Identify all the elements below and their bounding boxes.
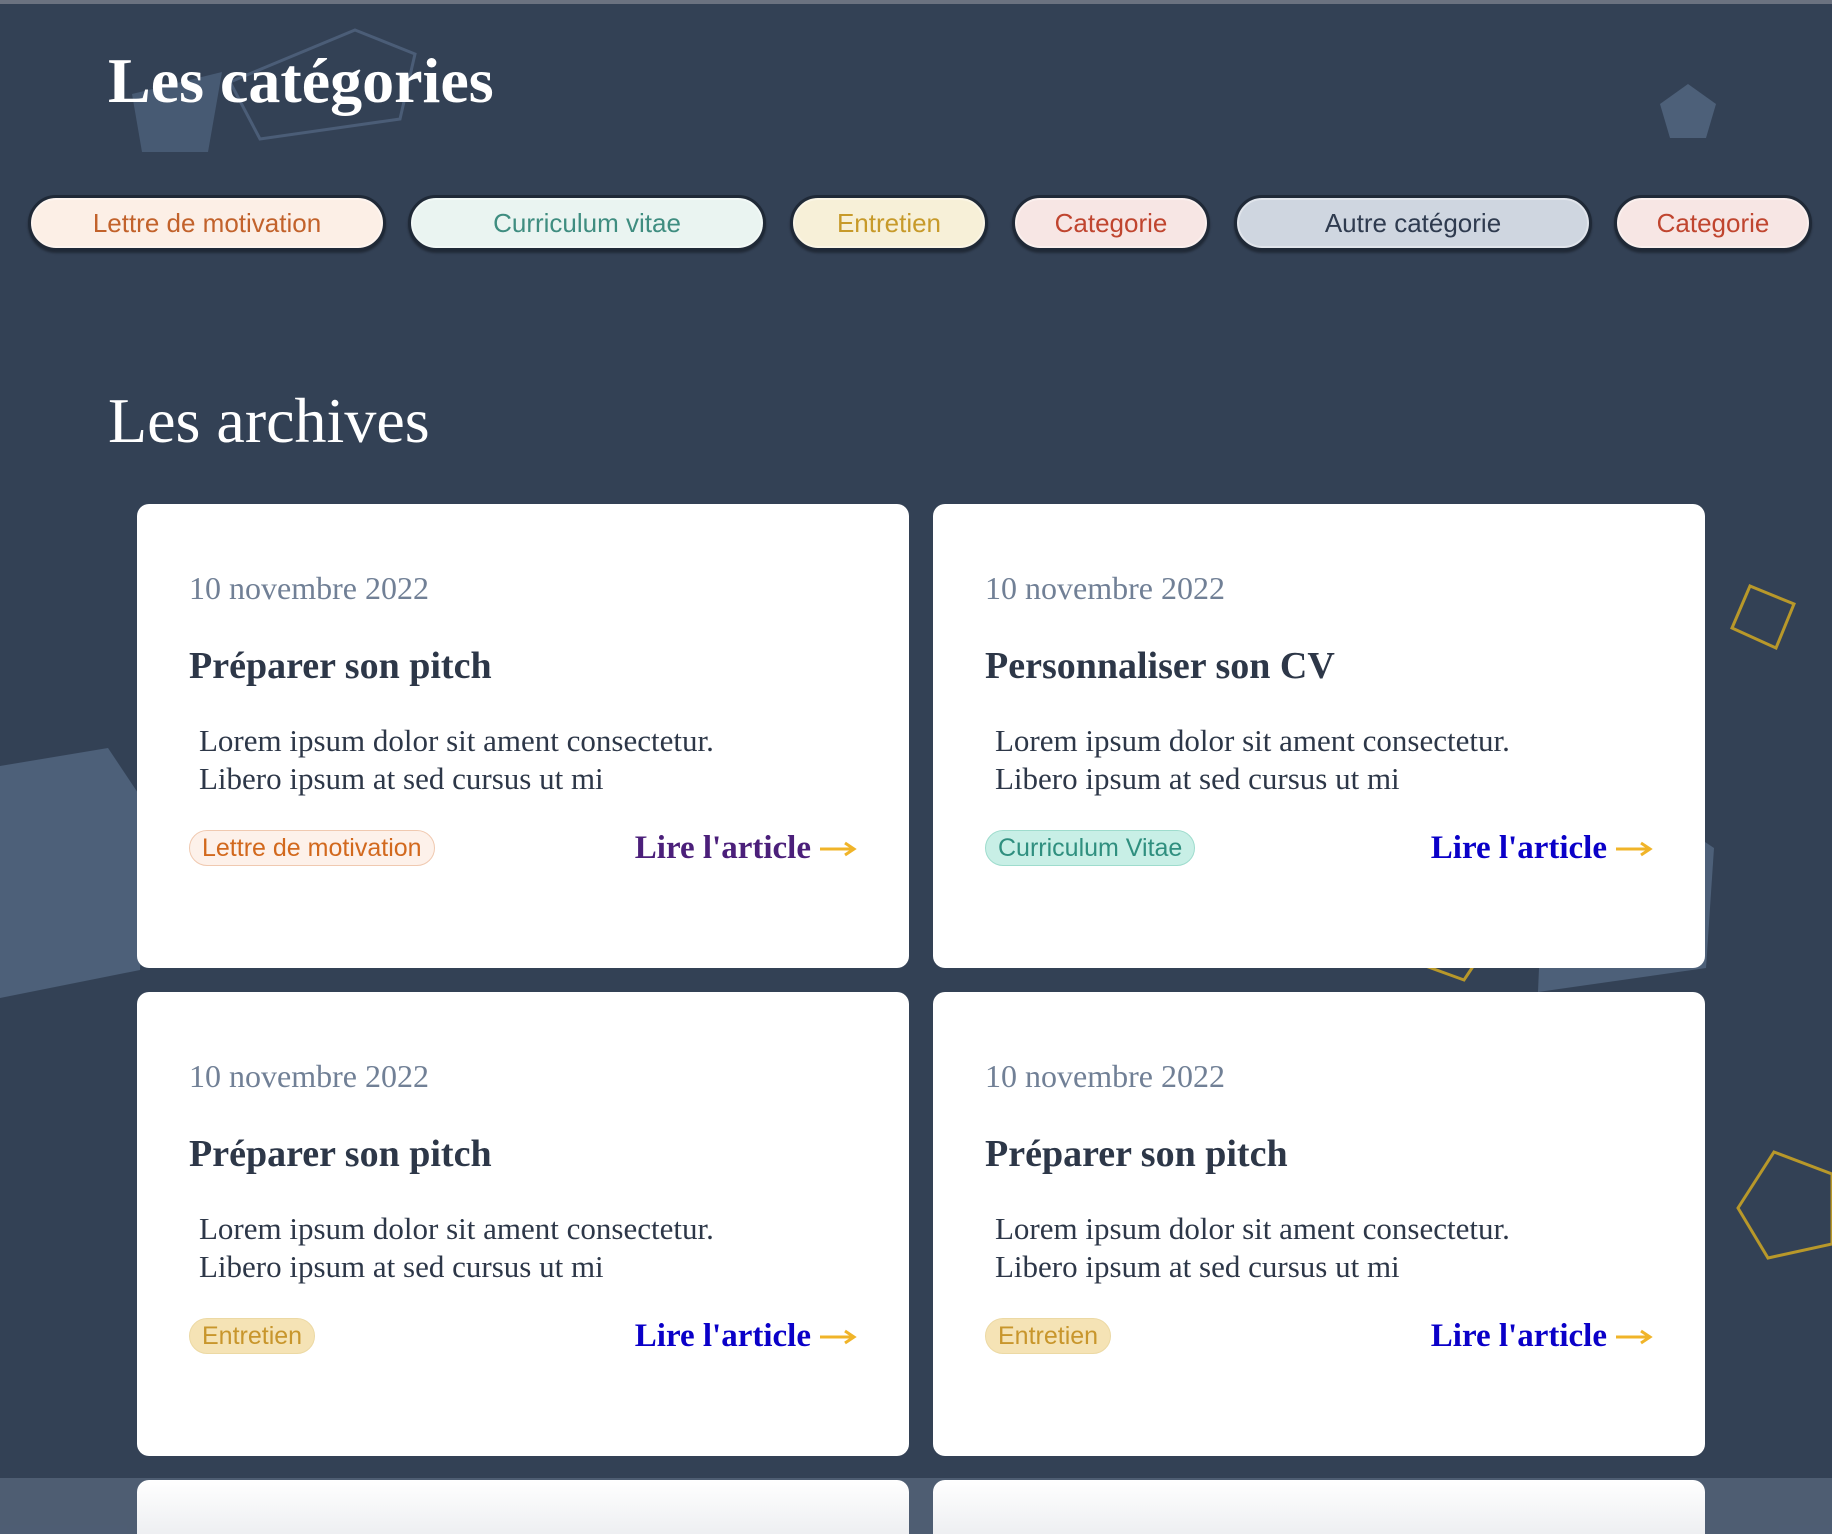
read-article-label: Lire l'article xyxy=(1430,830,1607,866)
article-excerpt-line: Libero ipsum at sed cursus ut mi xyxy=(995,1249,1400,1284)
read-article-link[interactable]: Lire l'article xyxy=(635,830,857,867)
article-card: 10 novembre 2022 Préparer son pitch Lore… xyxy=(137,992,909,1456)
article-date: 10 novembre 2022 xyxy=(189,1058,429,1094)
article-excerpt: Lorem ipsum dolor sit ament consectetur.… xyxy=(995,1210,1615,1286)
article-excerpt-line: Libero ipsum at sed cursus ut mi xyxy=(199,761,604,796)
article-card: 10 novembre 2022 Préparer son pitch Lore… xyxy=(137,504,909,968)
arrow-right-icon xyxy=(819,1329,857,1345)
categories-heading: Les catégories xyxy=(108,45,494,116)
article-category-badge[interactable]: Lettre de motivation xyxy=(189,830,435,866)
arrow-right-icon xyxy=(819,841,857,857)
category-pill[interactable]: Curriculum vitae xyxy=(408,195,766,251)
article-excerpt-line: Libero ipsum at sed cursus ut mi xyxy=(995,761,1400,796)
category-pill[interactable]: Categorie xyxy=(1012,195,1210,251)
article-title: Préparer son pitch xyxy=(189,1133,492,1175)
category-pill[interactable]: Categorie xyxy=(1614,195,1812,251)
arrow-right-icon xyxy=(1615,1329,1653,1345)
article-excerpt-line: Lorem ipsum dolor sit ament consectetur. xyxy=(995,1211,1510,1246)
pentagon-filled-decoration xyxy=(1658,84,1718,140)
diamond-outline-decoration xyxy=(1728,582,1798,654)
article-excerpt-line: Lorem ipsum dolor sit ament consectetur. xyxy=(199,1211,714,1246)
article-card-partial xyxy=(137,1480,909,1534)
pentagon-filled-decoration xyxy=(0,748,150,1008)
read-article-link[interactable]: Lire l'article xyxy=(1431,830,1653,867)
article-card-partial xyxy=(933,1480,1705,1534)
read-article-link[interactable]: Lire l'article xyxy=(635,1318,857,1355)
article-category-badge[interactable]: Curriculum Vitae xyxy=(985,830,1196,866)
category-pill[interactable]: Entretien xyxy=(790,195,988,251)
article-excerpt: Lorem ipsum dolor sit ament consectetur.… xyxy=(199,1210,819,1286)
article-excerpt: Lorem ipsum dolor sit ament consectetur.… xyxy=(199,722,819,798)
article-title: Personnaliser son CV xyxy=(985,645,1335,687)
category-pill[interactable]: Autre catégorie xyxy=(1234,195,1592,251)
read-article-label: Lire l'article xyxy=(634,1318,811,1354)
article-card: 10 novembre 2022 Personnaliser son CV Lo… xyxy=(933,504,1705,968)
article-excerpt-line: Lorem ipsum dolor sit ament consectetur. xyxy=(995,723,1510,758)
category-pill-label: Lettre de motivation xyxy=(92,207,322,238)
archives-heading: Les archives xyxy=(108,385,430,456)
category-pill-label: Categorie xyxy=(1656,207,1770,238)
read-article-link[interactable]: Lire l'article xyxy=(1431,1318,1653,1355)
read-article-label: Lire l'article xyxy=(1430,1318,1607,1354)
article-excerpt-line: Lorem ipsum dolor sit ament consectetur. xyxy=(199,723,714,758)
article-card: 10 novembre 2022 Préparer son pitch Lore… xyxy=(933,992,1705,1456)
article-date: 10 novembre 2022 xyxy=(189,570,429,606)
article-title: Préparer son pitch xyxy=(985,1133,1288,1175)
article-category-badge[interactable]: Entretien xyxy=(985,1318,1112,1354)
category-pill-label: Autre catégorie xyxy=(1324,207,1502,238)
read-article-label: Lire l'article xyxy=(634,830,811,866)
arrow-right-icon xyxy=(1615,841,1653,857)
article-title: Préparer son pitch xyxy=(189,645,492,687)
category-pill-label: Curriculum vitae xyxy=(493,207,681,238)
category-pill-label: Entretien xyxy=(836,207,942,238)
article-excerpt: Lorem ipsum dolor sit ament consectetur.… xyxy=(995,722,1615,798)
article-date: 10 novembre 2022 xyxy=(985,1058,1225,1094)
page: Les catégories Lettre de motivation Curr… xyxy=(0,0,1832,1534)
article-date: 10 novembre 2022 xyxy=(985,570,1225,606)
article-category-badge[interactable]: Entretien xyxy=(189,1318,316,1354)
pentagon-outline-decoration xyxy=(1736,1148,1832,1260)
category-pill-label: Categorie xyxy=(1054,207,1168,238)
article-excerpt-line: Libero ipsum at sed cursus ut mi xyxy=(199,1249,604,1284)
category-pill[interactable]: Lettre de motivation xyxy=(28,195,386,251)
top-border xyxy=(0,0,1832,4)
